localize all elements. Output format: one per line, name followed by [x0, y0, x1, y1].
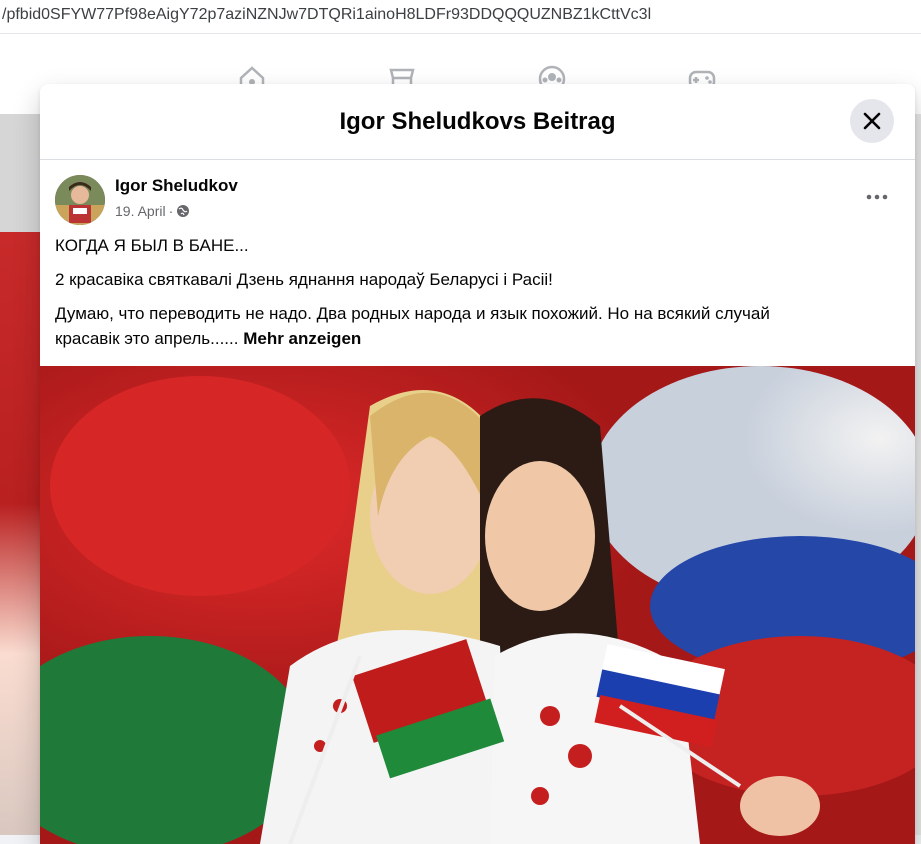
dialog-title: Igor Sheludkovs Beitrag	[339, 108, 616, 135]
post-meta: 19. April ·	[115, 203, 190, 219]
author-name[interactable]: Igor Sheludkov	[115, 176, 238, 196]
post-dialog: Igor Sheludkovs Beitrag Igor Sheludkov 1…	[40, 84, 915, 844]
more-options-icon	[866, 194, 888, 200]
more-options-button[interactable]	[860, 184, 894, 210]
post-text-line-4: красавік это апрель...... Mehr anzeigen	[55, 326, 875, 351]
post-text-line-4-text: красавік это апрель......	[55, 329, 239, 348]
post-photo-image	[40, 366, 915, 844]
see-more-link[interactable]: Mehr anzeigen	[243, 329, 361, 348]
close-icon	[863, 112, 881, 130]
globe-icon[interactable]	[176, 204, 190, 218]
author-avatar[interactable]	[55, 175, 105, 225]
post-text-line-1: КОГДА Я БЫЛ В БАНЕ...	[55, 236, 249, 255]
meta-separator: ·	[168, 203, 174, 219]
background-feed-strip	[0, 114, 40, 232]
browser-address-bar[interactable]: /pfbid0SFYW77Pf98eAigY72p7aziNZNJw7DTQRi…	[0, 0, 921, 34]
post-text-line-3: Думаю, что переводить не надо. Два родны…	[55, 304, 770, 323]
post-text-line-2: 2 красавіка святкавалі Дзень яднання нар…	[55, 270, 553, 289]
background-feed-photo	[0, 232, 40, 835]
post-photo[interactable]	[40, 366, 915, 844]
url-text[interactable]: /pfbid0SFYW77Pf98eAigY72p7aziNZNJw7DTQRi…	[2, 6, 651, 24]
post-date[interactable]: 19. April	[115, 203, 166, 219]
close-button[interactable]	[850, 99, 894, 143]
dialog-header: Igor Sheludkovs Beitrag	[40, 84, 915, 160]
